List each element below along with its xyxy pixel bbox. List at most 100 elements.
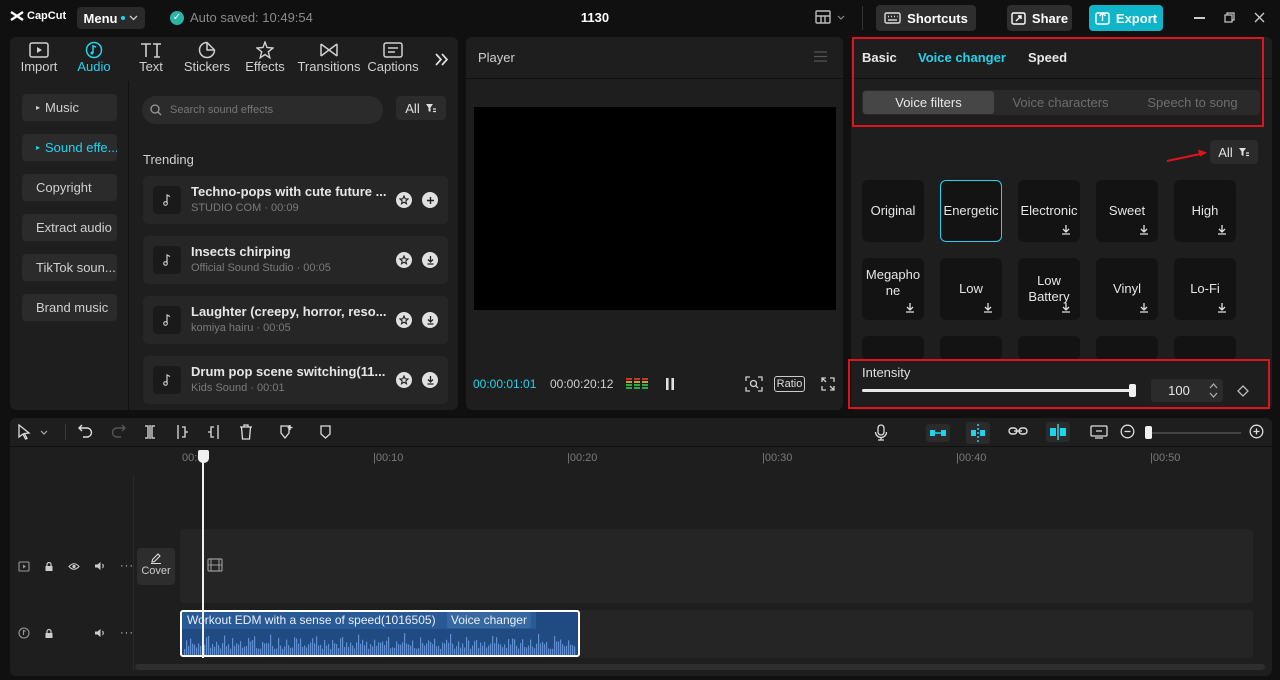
maximize-icon[interactable] — [1224, 12, 1235, 23]
sound-item[interactable]: Laughter (creepy, horror, reso... komiya… — [143, 296, 448, 344]
voice-filter-high[interactable]: High — [1174, 180, 1236, 242]
download-icon[interactable] — [422, 372, 438, 388]
shortcuts-button[interactable]: Shortcuts — [876, 5, 976, 31]
intensity-slider[interactable] — [862, 384, 1136, 397]
tab-stickers[interactable]: Stickers — [178, 37, 236, 75]
player-menu-icon[interactable] — [814, 51, 827, 62]
undo-icon[interactable] — [78, 424, 93, 438]
sidebar-item-extract-audio[interactable]: Extract audio — [22, 214, 117, 241]
zoom-out-icon[interactable] — [1120, 424, 1135, 439]
timeline-zoom-handle[interactable] — [1145, 426, 1152, 439]
intensity-stepper[interactable]: 100 — [1151, 379, 1223, 402]
timeline-zoom-slider[interactable] — [1145, 426, 1241, 439]
favorite-star-icon[interactable] — [396, 372, 412, 388]
microphone-icon[interactable] — [874, 424, 888, 441]
subtab-speech-to-song[interactable]: Speech to song — [1127, 91, 1258, 114]
intensity-value[interactable]: 100 — [1151, 379, 1207, 402]
more-options-icon[interactable]: ··· — [120, 560, 134, 572]
link-icon[interactable] — [1008, 424, 1028, 438]
zoom-in-icon[interactable] — [1249, 424, 1264, 439]
tab-voice-changer[interactable]: Voice changer — [918, 50, 1006, 65]
subtab-voice-filters[interactable]: Voice filters — [863, 91, 994, 114]
split-icon[interactable] — [143, 424, 157, 440]
add-plus-icon[interactable] — [422, 192, 438, 208]
playhead-line[interactable] — [202, 462, 204, 658]
close-icon[interactable] — [1254, 12, 1265, 23]
download-icon[interactable] — [422, 312, 438, 328]
sound-item[interactable]: Insects chirping Official Sound Studio ·… — [143, 236, 448, 284]
waveform-bar — [220, 648, 222, 655]
voice-filter-electronic[interactable]: Electronic — [1018, 180, 1080, 242]
redo-icon[interactable] — [111, 424, 126, 438]
main-track-magnet-button[interactable] — [926, 424, 950, 442]
zoom-view-icon[interactable] — [745, 376, 763, 392]
waveform-bar — [534, 648, 536, 655]
split-left-icon[interactable] — [175, 424, 189, 440]
minimize-icon[interactable] — [1194, 17, 1205, 19]
voice-filter-category-button[interactable]: All — [1210, 140, 1258, 164]
stepper-arrows-icon[interactable] — [1209, 382, 1218, 399]
playhead-handle[interactable] — [198, 450, 209, 463]
sidebar-item-tiktok-sounds[interactable]: TikTok soun... — [22, 254, 117, 281]
voice-filter-tile[interactable] — [1174, 336, 1236, 360]
tab-basic[interactable]: Basic — [862, 50, 897, 65]
sound-filter-button[interactable]: All — [396, 96, 446, 120]
fullscreen-icon[interactable] — [821, 377, 835, 391]
export-button[interactable]: Export — [1089, 5, 1163, 31]
sidebar-item-copyright[interactable]: Copyright — [22, 174, 117, 201]
timeline-horizontal-scrollbar[interactable] — [135, 664, 1265, 670]
share-button[interactable]: Share — [1007, 5, 1072, 31]
cover-button[interactable]: Cover — [137, 548, 175, 585]
voice-filter-original[interactable]: Original — [862, 180, 924, 242]
sidebar-item-music[interactable]: ▸ Music — [22, 94, 117, 121]
voice-filter-tile[interactable] — [1018, 336, 1080, 360]
sound-item[interactable]: Techno-pops with cute future ... STUDIO … — [143, 176, 448, 224]
delete-icon[interactable] — [239, 424, 253, 440]
ratio-button[interactable]: Ratio — [774, 376, 805, 392]
video-track-area[interactable] — [180, 529, 1253, 603]
split-right-icon[interactable] — [207, 424, 221, 440]
tab-captions[interactable]: Captions — [365, 37, 421, 75]
voice-filter-tile[interactable] — [862, 336, 924, 360]
download-icon[interactable] — [422, 252, 438, 268]
tab-effects[interactable]: Effects — [236, 37, 294, 75]
voice-filter-tile[interactable] — [940, 336, 1002, 360]
keyframe-diamond-icon[interactable] — [1237, 385, 1249, 397]
project-title[interactable]: 1130 — [560, 10, 630, 25]
voice-filter-megaphone[interactable]: Megapho ne — [862, 258, 924, 320]
voice-filter-vinyl[interactable]: Vinyl — [1096, 258, 1158, 320]
tab-audio[interactable]: Audio — [65, 37, 123, 75]
shield-icon[interactable] — [319, 424, 332, 440]
select-tool-button[interactable] — [18, 424, 48, 440]
more-options-icon[interactable]: ··· — [120, 627, 134, 639]
voice-filter-low[interactable]: Low — [940, 258, 1002, 320]
voice-filter-energetic[interactable]: Energetic — [940, 180, 1002, 242]
favorite-star-icon[interactable] — [396, 192, 412, 208]
voice-filter-low-battery[interactable]: Low Battery — [1018, 258, 1080, 320]
more-tabs-icon[interactable] — [435, 53, 449, 66]
sound-item[interactable]: Drum pop scene switching(11... Kids Soun… — [143, 356, 448, 404]
fit-timeline-icon[interactable] — [1090, 424, 1108, 440]
voice-filter-tile[interactable] — [1096, 336, 1158, 360]
tab-transitions[interactable]: Transitions — [295, 37, 363, 75]
tab-import[interactable]: Import — [10, 37, 68, 75]
tab-text[interactable]: Text — [122, 37, 180, 75]
menu-button[interactable]: Menu — [77, 7, 145, 29]
pause-icon[interactable] — [665, 378, 675, 390]
sidebar-item-sound-effects[interactable]: ▸ Sound effe... — [22, 134, 117, 161]
auto-snap-button[interactable] — [966, 422, 990, 444]
voice-filter-lo-fi[interactable]: Lo-Fi — [1174, 258, 1236, 320]
layout-button[interactable] — [815, 10, 845, 24]
audio-clip[interactable]: Workout EDM with a sense of speed(101650… — [180, 610, 580, 657]
sidebar-item-brand-music[interactable]: Brand music — [22, 294, 117, 321]
voice-filter-sweet[interactable]: Sweet — [1096, 180, 1158, 242]
favorite-star-icon[interactable] — [396, 252, 412, 268]
video-preview[interactable] — [474, 107, 836, 310]
subtab-voice-characters[interactable]: Voice characters — [995, 91, 1126, 114]
add-marker-icon[interactable] — [279, 424, 294, 440]
search-input[interactable]: Search sound effects — [142, 96, 383, 124]
favorite-star-icon[interactable] — [396, 312, 412, 328]
intensity-slider-handle[interactable] — [1129, 384, 1136, 397]
tab-speed[interactable]: Speed — [1028, 50, 1067, 65]
preview-axis-button[interactable] — [1046, 422, 1070, 442]
